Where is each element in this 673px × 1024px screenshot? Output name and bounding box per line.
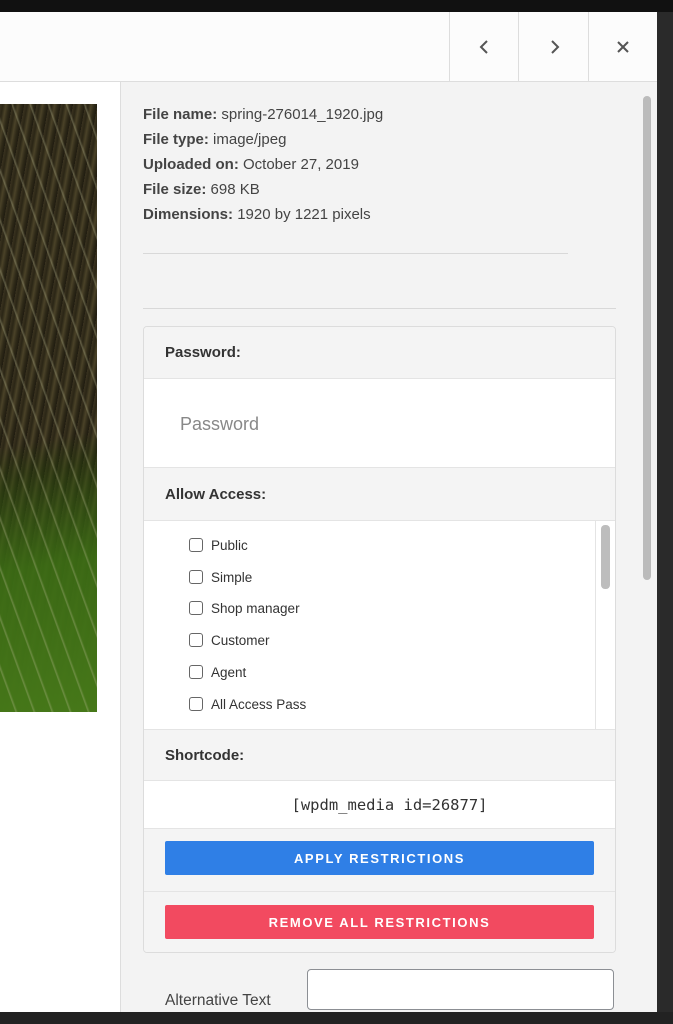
role-checkbox[interactable]	[189, 697, 203, 711]
role-label: Shop manager	[211, 600, 300, 616]
role-checkbox[interactable]	[189, 633, 203, 647]
file-size-value: 698 KB	[210, 181, 260, 198]
file-size-label: File size:	[143, 181, 207, 198]
chevron-right-icon	[550, 40, 559, 54]
roles-scrollbar[interactable]	[595, 521, 615, 729]
page-scrollbar[interactable]	[657, 12, 673, 1012]
alt-text-label: Alternative Text	[165, 992, 271, 1009]
media-restrictions-panel: Password: Allow Access: Public Simple Sh…	[143, 326, 616, 953]
password-input[interactable]	[164, 393, 594, 455]
dimensions-label: Dimensions:	[143, 206, 234, 223]
file-name-value: spring-276014_1920.jpg	[221, 106, 384, 123]
uploaded-on-label: Uploaded on:	[143, 156, 239, 173]
uploaded-on-row: Uploaded on: October 27, 2019	[143, 152, 383, 177]
details-scrollbar-thumb[interactable]	[643, 96, 651, 580]
remove-all-restrictions-button[interactable]: REMOVE ALL RESTRICTIONS	[165, 905, 594, 939]
role-customer[interactable]: Customer	[189, 630, 270, 650]
divider	[143, 253, 568, 254]
alt-text-input[interactable]	[307, 969, 614, 1010]
attachment-image	[0, 104, 97, 712]
role-label: Public	[211, 537, 248, 553]
file-metadata: File name: spring-276014_1920.jpg File t…	[143, 102, 383, 227]
role-public[interactable]: Public	[189, 535, 248, 555]
file-name-label: File name:	[143, 106, 218, 123]
previous-media-button[interactable]	[449, 12, 519, 82]
role-simple[interactable]: Simple	[189, 567, 252, 587]
role-checkbox[interactable]	[189, 538, 203, 552]
role-agent[interactable]: Agent	[189, 662, 246, 682]
remove-row: REMOVE ALL RESTRICTIONS	[144, 892, 615, 952]
image-preview-pane	[0, 82, 120, 1012]
file-type-label: File type:	[143, 131, 209, 148]
role-checkbox[interactable]	[189, 601, 203, 615]
file-size-row: File size: 698 KB	[143, 177, 383, 202]
roles-list: Public Simple Shop manager Customer Agen…	[144, 521, 615, 729]
role-label: All Access Pass	[211, 696, 307, 712]
file-type-row: File type: image/jpeg	[143, 127, 383, 152]
modal-header	[0, 12, 657, 82]
role-label: Agent	[211, 664, 247, 680]
attachment-details-sidebar: File name: spring-276014_1920.jpg File t…	[120, 82, 637, 1012]
window-bottom-strip	[0, 1012, 673, 1024]
password-area	[144, 379, 615, 468]
uploaded-on-value: October 27, 2019	[243, 156, 359, 173]
details-scrollbar[interactable]	[637, 82, 657, 1012]
shortcode-value: [wpdm_media id=26877]	[144, 781, 615, 829]
role-all-access-pass[interactable]: All Access Pass	[189, 694, 306, 714]
allow-access-header: Allow Access:	[144, 468, 615, 521]
apply-row: APPLY RESTRICTIONS	[144, 829, 615, 892]
window-top-strip	[0, 0, 673, 12]
role-shop-manager[interactable]: Shop manager	[189, 598, 300, 618]
role-checkbox[interactable]	[189, 665, 203, 679]
file-type-value: image/jpeg	[213, 131, 287, 148]
divider	[143, 308, 616, 309]
role-checkbox[interactable]	[189, 570, 203, 584]
attachment-details-modal: File name: spring-276014_1920.jpg File t…	[0, 12, 657, 1012]
next-media-button[interactable]	[518, 12, 588, 82]
close-icon	[617, 41, 629, 53]
roles-scrollbar-thumb[interactable]	[601, 525, 610, 589]
chevron-left-icon	[479, 40, 488, 54]
dimensions-row: Dimensions: 1920 by 1221 pixels	[143, 202, 383, 227]
apply-restrictions-button[interactable]: APPLY RESTRICTIONS	[165, 841, 594, 875]
role-label: Customer	[211, 632, 270, 648]
role-label: Simple	[211, 569, 253, 585]
close-modal-button[interactable]	[588, 12, 657, 82]
dimensions-value: 1920 by 1221 pixels	[237, 206, 371, 223]
shortcode-header: Shortcode:	[144, 729, 615, 781]
password-header: Password:	[144, 327, 615, 379]
file-name-row: File name: spring-276014_1920.jpg	[143, 102, 383, 127]
